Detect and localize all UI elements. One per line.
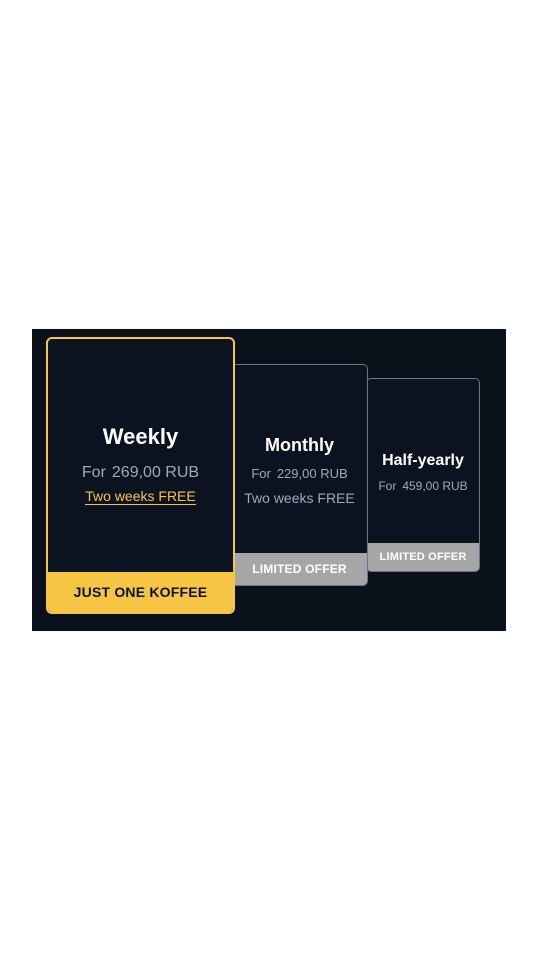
plan-for-label: For	[378, 478, 397, 493]
plan-bonus: Two weeks FREE	[244, 489, 355, 506]
plan-price: 269,00 RUB	[111, 464, 200, 481]
plan-badge-just-one-koffee: JUST ONE KOFFEE	[48, 572, 233, 612]
plan-for-label: For	[251, 465, 271, 481]
plan-bonus-link[interactable]: Two weeks FREE	[85, 488, 196, 505]
plan-for-label: For	[81, 464, 106, 481]
plan-card-content: Weekly For 269,00 RUB Two weeks FREE	[48, 339, 233, 572]
plan-title: Monthly	[265, 434, 334, 455]
plan-price: 459,00 RUB	[402, 478, 468, 493]
plan-price-line: For 229,00 RUB	[251, 466, 347, 481]
plan-card-weekly[interactable]: Weekly For 269,00 RUB Two weeks FREE JUST…	[46, 337, 235, 614]
plan-card-content: Half-yearly For 459,00 RUB	[367, 379, 479, 543]
plan-card-half-yearly[interactable]: Half-yearly For 459,00 RUB LIMITED OFFER	[366, 378, 480, 572]
plan-price-line: For 269,00 RUB	[82, 464, 199, 482]
plan-price: 229,00 RUB	[276, 465, 348, 481]
plan-badge-limited-offer: LIMITED OFFER	[232, 553, 367, 585]
plan-price-line: For 459,00 RUB	[378, 479, 467, 493]
plan-title: Weekly	[102, 424, 179, 449]
plan-badge-limited-offer: LIMITED OFFER	[367, 543, 479, 571]
plan-title: Half-yearly	[382, 451, 464, 469]
plan-card-monthly[interactable]: Monthly For 229,00 RUB Two weeks FREE LIM…	[231, 364, 368, 586]
plan-card-content: Monthly For 229,00 RUB Two weeks FREE	[232, 365, 367, 553]
